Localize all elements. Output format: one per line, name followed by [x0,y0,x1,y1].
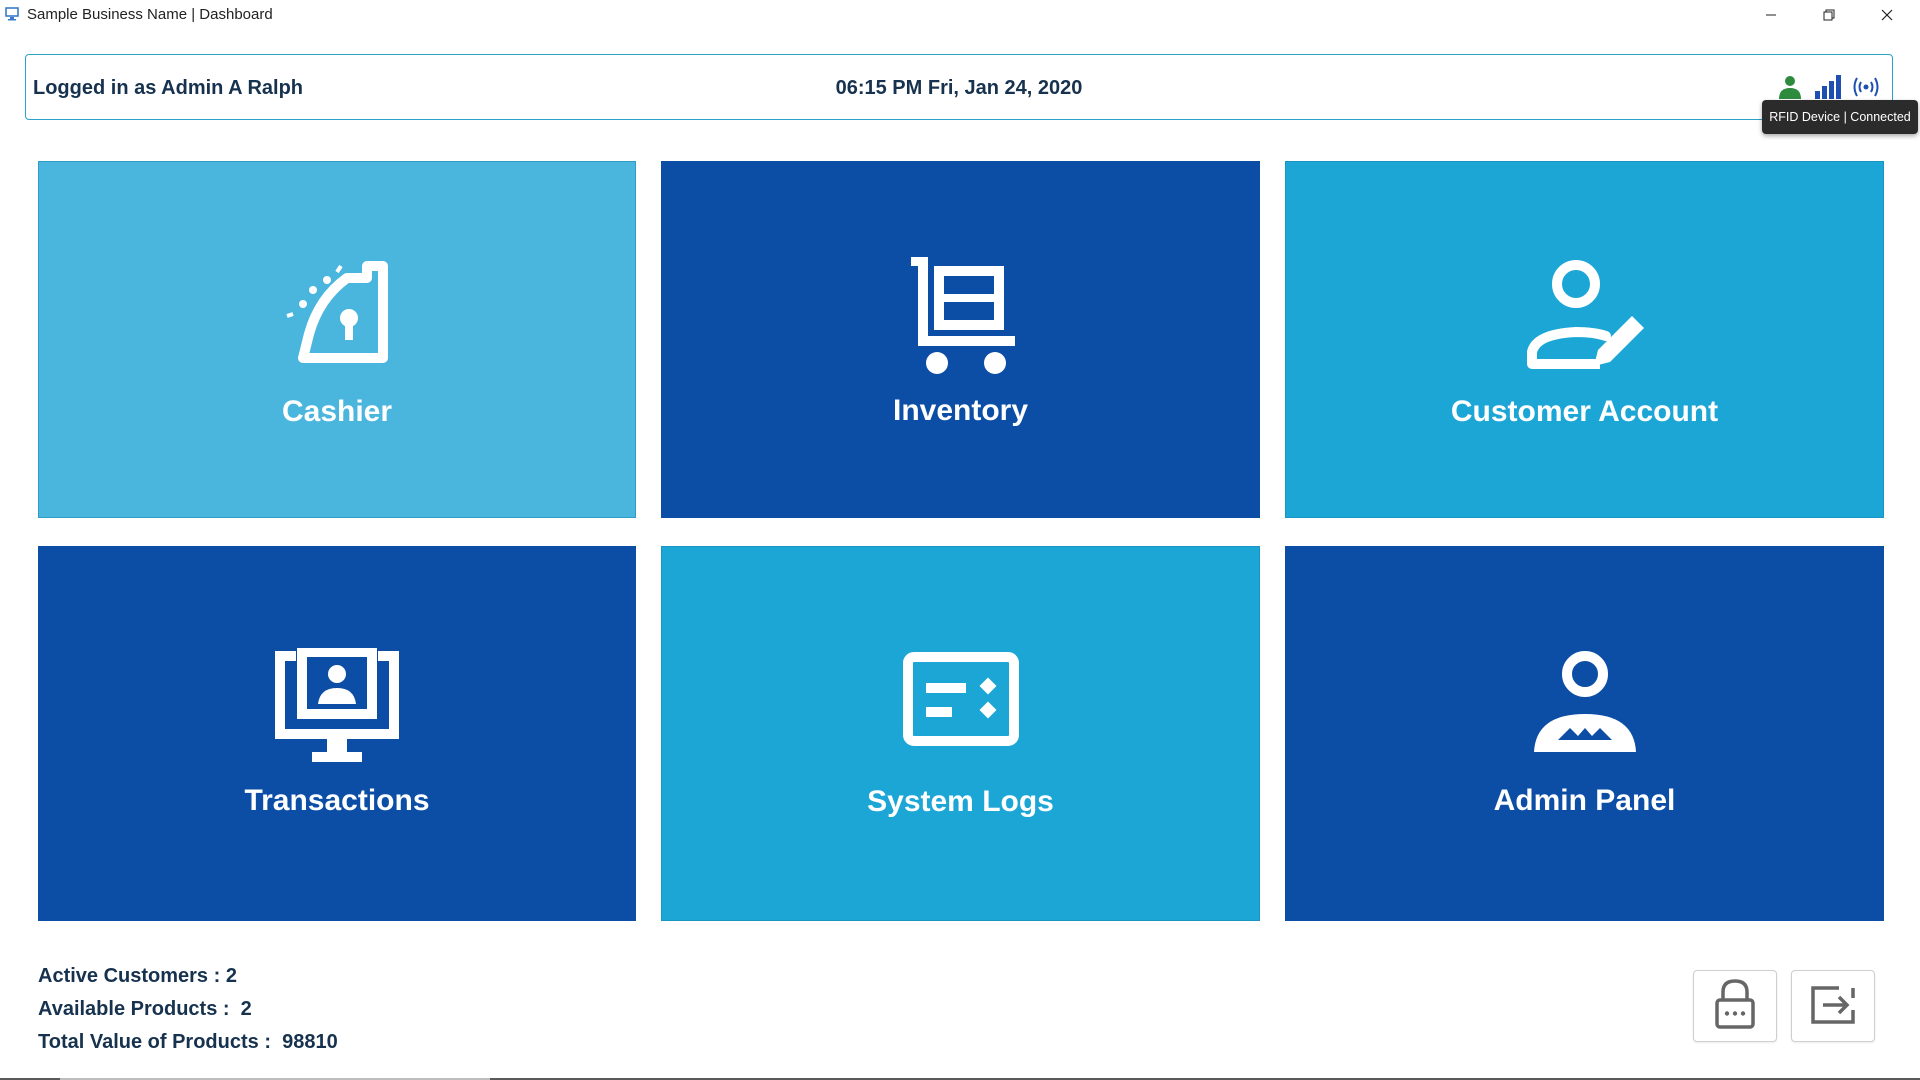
minimize-button[interactable] [1742,0,1800,30]
rfid-wireless-icon[interactable] [1850,73,1882,101]
user-status-icon[interactable] [1774,73,1806,101]
window-title: Sample Business Name | Dashboard [27,6,273,23]
logout-icon [1809,980,1857,1033]
datetime-label: 06:15 PM Fri, Jan 24, 2020 [835,77,1083,99]
rfid-status-tooltip: RFID Device | Connected [1762,100,1918,134]
system-logs-tile[interactable]: System Logs [661,546,1260,921]
log-list-icon [902,649,1020,754]
active-customers-stat: Active Customers : 2 [38,965,237,987]
cart-icon [903,256,1019,382]
status-bar: Logged in as Admin A Ralph 06:15 PM Fri,… [25,54,1893,120]
minimize-icon [1765,9,1777,21]
total-value-stat: Total Value of Products : 98810 [38,1031,338,1053]
app-monitor-icon [4,6,20,22]
available-products-stat: Available Products : 2 [38,998,252,1020]
logout-button[interactable] [1791,970,1875,1042]
lock-icon [1713,978,1757,1035]
tile-label: System Logs [867,785,1054,818]
tile-label: Transactions [244,784,430,817]
status-icons [1774,73,1882,101]
inventory-tile[interactable]: Inventory [661,161,1260,518]
lock-button[interactable] [1693,970,1777,1042]
tile-label: Inventory [892,394,1029,427]
close-button[interactable] [1858,0,1916,30]
tile-label: Customer Account [1450,395,1719,428]
cashier-tile[interactable]: Cashier [38,161,636,518]
cash-register-icon [279,258,395,379]
admin-panel-tile[interactable]: Admin Panel [1285,546,1884,921]
admin-icon [1530,648,1640,763]
restore-icon [1823,9,1835,21]
tile-label: Cashier [281,395,393,428]
customer-account-tile[interactable]: Customer Account [1285,161,1884,518]
signal-bars-icon[interactable] [1812,73,1844,101]
close-icon [1881,9,1893,21]
monitor-user-icon [272,647,402,773]
user-edit-icon [1522,258,1648,387]
transactions-tile[interactable]: Transactions [38,546,636,921]
window-title-bar: Sample Business Name | Dashboard [0,0,1920,30]
restore-button[interactable] [1800,0,1858,30]
dashboard-stats: Active Customers : 2 Available Products … [38,960,338,1059]
tile-label: Admin Panel [1493,784,1676,817]
